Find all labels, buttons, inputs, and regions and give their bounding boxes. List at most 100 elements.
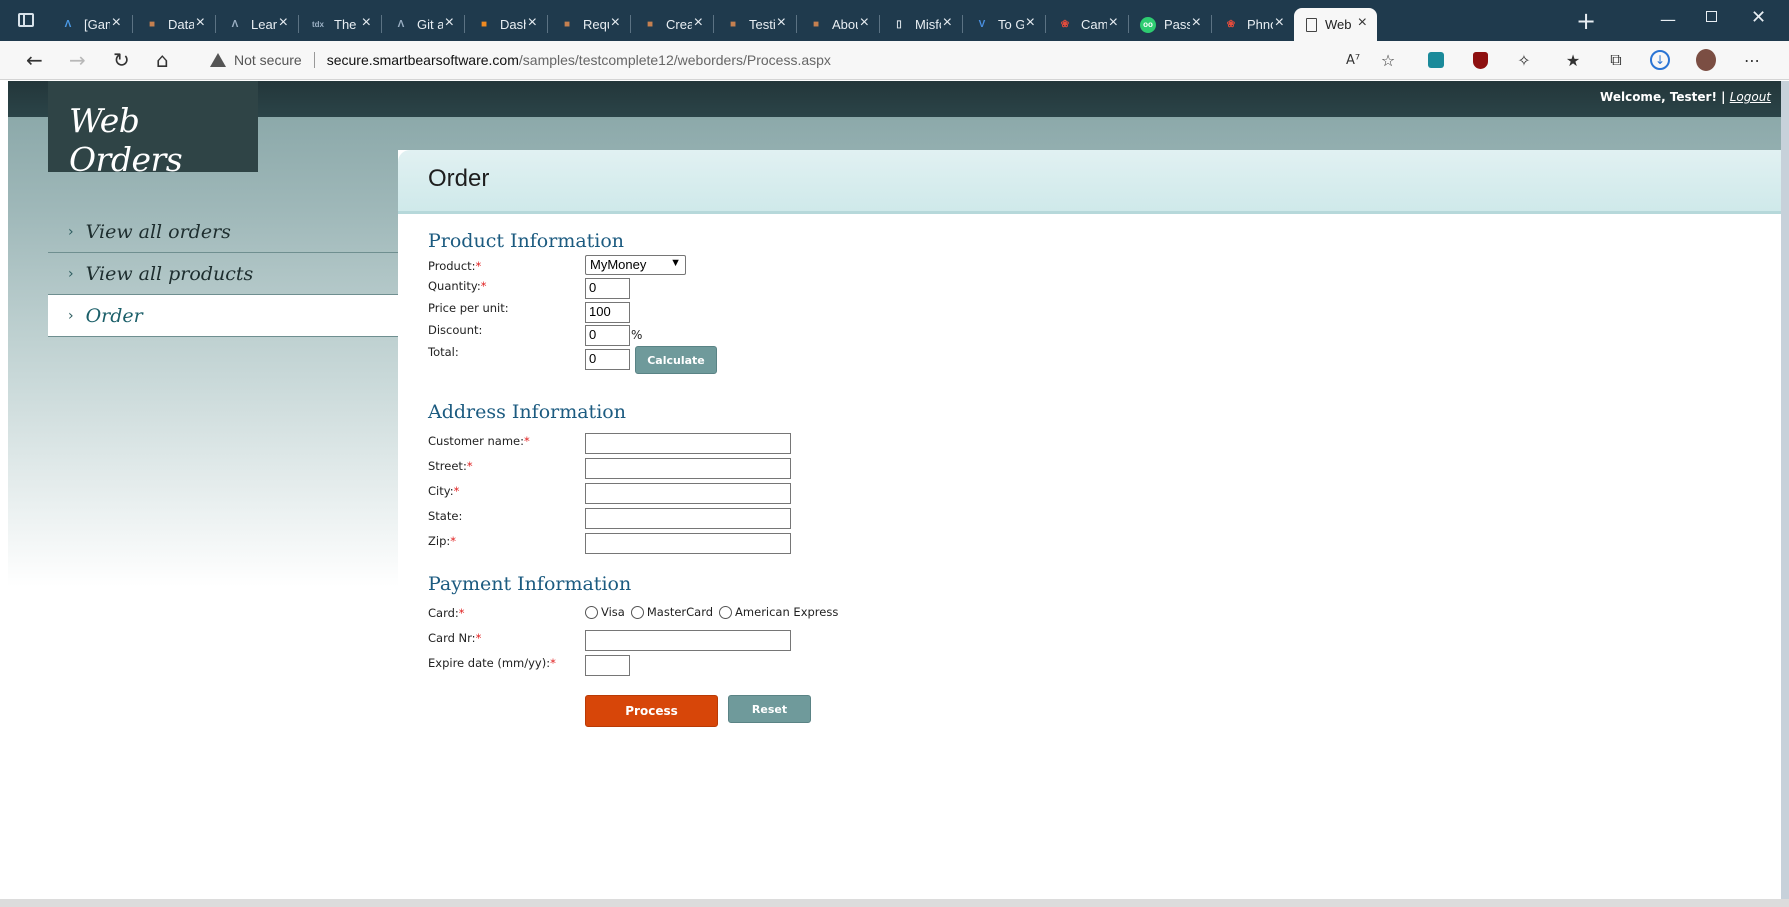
radio-button[interactable]: [585, 605, 598, 619]
home-icon[interactable]: ⌂: [156, 49, 169, 71]
expire-date-label: Expire date (mm/yy):*: [428, 656, 556, 670]
back-icon[interactable]: ←: [26, 49, 43, 71]
browser-tab[interactable]: ■ Testin ×: [713, 8, 796, 41]
tab-close-icon[interactable]: ×: [1192, 15, 1201, 31]
welcome-text: Welcome, Tester! |: [1600, 90, 1726, 104]
browser-tab[interactable]: ■ Requ ×: [547, 8, 630, 41]
menu-item-view-all-orders[interactable]: › View all orders: [48, 211, 403, 253]
url-host: secure.smartbearsoftware.com: [326, 52, 519, 68]
street-label: Street:*: [428, 459, 473, 473]
browser-tab[interactable]: oo Passp ×: [1128, 8, 1211, 41]
tab-favicon-icon: tdx: [312, 20, 324, 29]
menu-item-view-all-products[interactable]: › View all products: [48, 253, 403, 295]
customer-name-field[interactable]: [585, 433, 791, 454]
favorites-icon[interactable]: ★: [1563, 50, 1583, 70]
url-field[interactable]: Not secure secure.smartbearsoftware.com …: [196, 45, 1386, 75]
product-label: Product:*: [428, 259, 482, 273]
browser-tab[interactable]: ❀ Phno ×: [1211, 8, 1294, 41]
menu-item-order[interactable]: › Order: [48, 295, 403, 337]
tab-favicon-icon: Λ: [397, 19, 405, 30]
state-field[interactable]: [585, 508, 791, 529]
tab-close-icon[interactable]: ×: [611, 15, 620, 31]
quantity-field[interactable]: 0: [585, 278, 630, 299]
radio-button[interactable]: [719, 605, 733, 619]
price-field[interactable]: 100: [585, 302, 630, 323]
address-bar: ← → ↻ ⌂ Not secure secure.smartbearsoftw…: [0, 41, 1789, 80]
tab-favicon-icon: Λ: [231, 19, 239, 30]
profile-avatar[interactable]: [1696, 49, 1716, 71]
calculate-button[interactable]: Calculate: [635, 346, 717, 374]
tab-favicon-icon: ❀: [1226, 19, 1236, 30]
card-number-field[interactable]: [585, 630, 791, 651]
price-label: Price per unit:: [428, 301, 509, 315]
browser-tab[interactable]: ■ Data- ×: [132, 8, 215, 41]
street-field[interactable]: [585, 458, 791, 479]
browser-tab-active[interactable]: Web ×: [1294, 8, 1377, 41]
zip-field[interactable]: [585, 533, 791, 554]
page-icon: [1306, 17, 1317, 32]
tab-close-icon[interactable]: ×: [528, 15, 537, 31]
city-field[interactable]: [585, 483, 791, 504]
browser-tab[interactable]: ■ Dashl ×: [464, 8, 547, 41]
tab-favicon-icon: ■: [480, 19, 488, 30]
collections-icon[interactable]: ⧉: [1606, 50, 1626, 70]
tab-close-icon[interactable]: ×: [1026, 15, 1035, 31]
browser-tab[interactable]: ▯ Misfc ×: [879, 8, 962, 41]
favorite-add-icon[interactable]: ☆: [1378, 50, 1398, 70]
card-number-label: Card Nr:*: [428, 631, 482, 645]
tab-favicon-icon: ■: [729, 19, 737, 30]
customer-name-label: Customer name:*: [428, 434, 530, 448]
tab-close-icon[interactable]: ×: [694, 15, 703, 31]
percent-sign: %: [631, 328, 643, 342]
tab-close-icon[interactable]: ×: [860, 15, 869, 31]
minimize-icon[interactable]: —: [1660, 10, 1676, 29]
browser-tab[interactable]: tdx The e ×: [298, 8, 381, 41]
read-aloud-icon[interactable]: A⁷: [1343, 50, 1363, 70]
tab-actions-icon[interactable]: [18, 13, 34, 27]
card-option-visa[interactable]: Visa: [585, 605, 625, 619]
more-menu-icon[interactable]: ⋯: [1742, 50, 1762, 70]
tab-close-icon[interactable]: ×: [777, 15, 786, 31]
tab-close-icon[interactable]: ×: [279, 15, 288, 31]
tab-close-icon[interactable]: ×: [943, 15, 952, 31]
browser-tab[interactable]: Λ Git ar ×: [381, 8, 464, 41]
top-header-strip: Welcome, Tester! | Logout: [8, 81, 1781, 117]
new-tab-icon[interactable]: +: [1576, 9, 1596, 33]
extension-icon[interactable]: [1426, 50, 1446, 70]
logout-link[interactable]: Logout: [1730, 90, 1771, 104]
browser-tab[interactable]: Λ Learn ×: [215, 8, 298, 41]
forward-icon[interactable]: →: [69, 49, 86, 71]
downloads-icon[interactable]: ↓: [1650, 50, 1670, 70]
process-button[interactable]: Process: [585, 695, 718, 727]
tab-close-icon[interactable]: ×: [112, 15, 121, 31]
tab-close-icon[interactable]: ×: [1275, 15, 1284, 31]
tab-close-icon[interactable]: ×: [362, 15, 371, 31]
menu-item-label: Order: [85, 304, 143, 327]
card-option-mastercard[interactable]: MasterCard: [630, 605, 713, 619]
total-field[interactable]: 0: [585, 349, 630, 370]
discount-field[interactable]: 0: [585, 325, 630, 346]
product-select[interactable]: MyMoney ▼: [585, 255, 686, 275]
browser-tab[interactable]: ❀ Caml ×: [1045, 8, 1128, 41]
browser-tab[interactable]: ■ Abou ×: [796, 8, 879, 41]
refresh-icon[interactable]: ↻: [113, 49, 130, 71]
browser-tab[interactable]: ■ Creat ×: [630, 8, 713, 41]
reset-button[interactable]: Reset: [728, 695, 811, 723]
card-option-american-express[interactable]: American Express: [719, 605, 838, 619]
url-path: /samples/testcomplete12/weborders/Proces…: [518, 52, 831, 68]
radio-button[interactable]: [630, 605, 644, 619]
tab-close-icon[interactable]: ×: [445, 15, 454, 31]
ublock-icon[interactable]: [1470, 50, 1490, 70]
tab-close-icon[interactable]: ×: [1358, 15, 1367, 31]
tab-favicon-icon: ▯: [896, 19, 902, 30]
tab-close-icon[interactable]: ×: [196, 15, 205, 31]
chevron-right-icon: ›: [68, 265, 74, 282]
close-window-icon[interactable]: ✕: [1751, 7, 1766, 28]
tab-close-icon[interactable]: ×: [1109, 15, 1118, 31]
maximize-icon[interactable]: [1706, 11, 1717, 22]
browser-tab[interactable]: V To Gc ×: [962, 8, 1045, 41]
browser-tab[interactable]: Λ [Gam ×: [48, 8, 131, 41]
expire-date-field[interactable]: [585, 655, 630, 676]
tab-favicon-icon: ■: [812, 19, 820, 30]
extensions-puzzle-icon[interactable]: ✧: [1514, 50, 1534, 70]
